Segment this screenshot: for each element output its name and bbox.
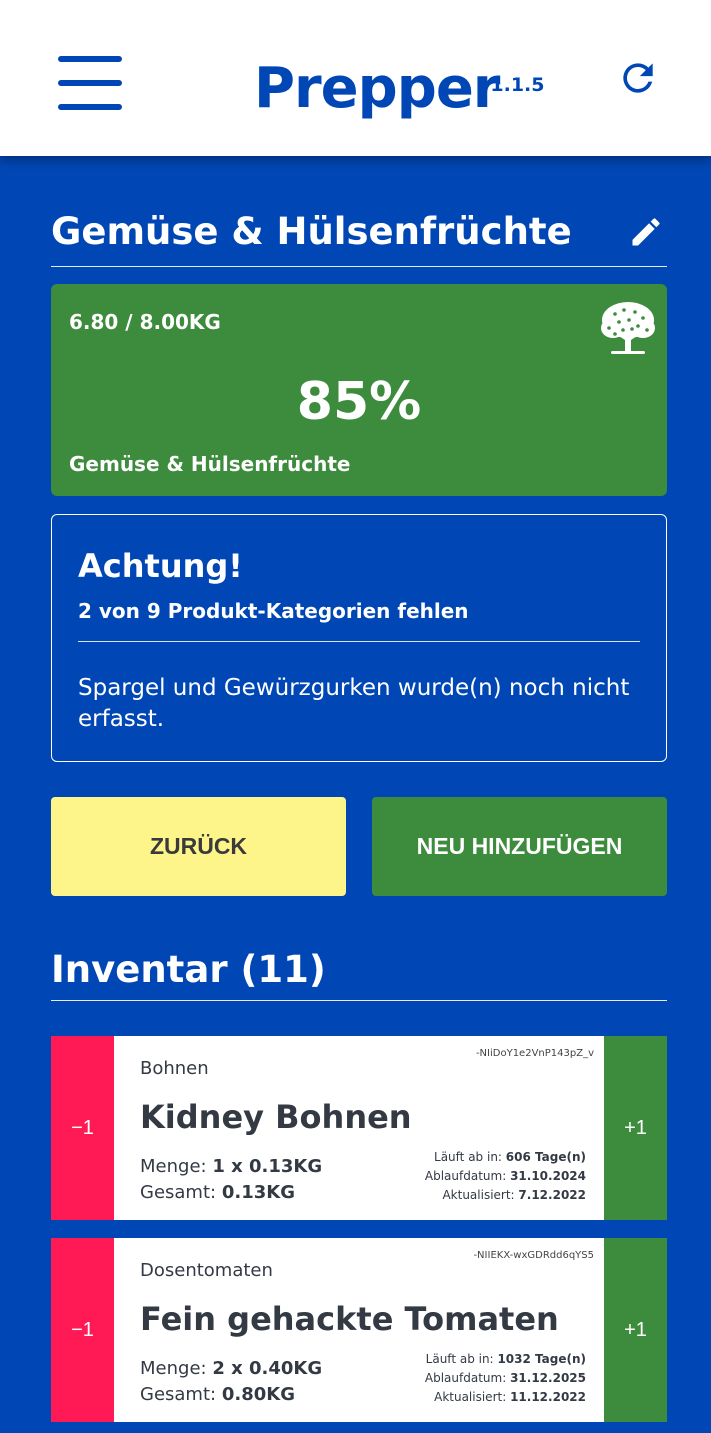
expires-in-value: 1032 Tage(n) <box>497 1352 586 1366</box>
add-new-button[interactable]: NEU HINZUFÜGEN <box>372 797 667 896</box>
inventory-divider <box>51 1000 667 1001</box>
progress-percent: 85% <box>296 372 422 432</box>
menge-label: Menge: <box>140 1358 207 1379</box>
item-name: Kidney Bohnen <box>140 1098 412 1136</box>
expires-in-label: Läuft ab in: <box>425 1352 494 1366</box>
alert-box: Achtung! 2 von 9 Produkt-Kategorien fehl… <box>51 514 667 762</box>
expiry-date-value: 31.12.2025 <box>510 1371 586 1385</box>
app-version: v1.1.5 <box>478 74 545 96</box>
item-category: Bohnen <box>140 1058 209 1079</box>
expires-in-label: Läuft ab in: <box>434 1150 502 1164</box>
item-quantity: Menge: 1 x 0.13KG Gesamt: 0.13KG <box>140 1154 322 1206</box>
app-title: Prepper <box>254 56 500 121</box>
inventory-item: −1 -NIIEKX-wxGDRdd6qYS5 Dosentomaten Fei… <box>51 1238 667 1422</box>
inventory-title: Inventar (11) <box>51 948 326 991</box>
app-header: Prepper v1.1.5 <box>0 0 711 156</box>
gesamt-label: Gesamt: <box>140 1182 217 1203</box>
inventory-item: −1 -NIiDoY1e2VnP143pZ_v Bohnen Kidney Bo… <box>51 1036 667 1220</box>
updated-label: Aktualisiert: <box>442 1188 515 1202</box>
item-category: Dosentomaten <box>140 1260 273 1281</box>
expiry-date-label: Ablaufdatum: <box>424 1371 507 1385</box>
decrement-button[interactable]: −1 <box>51 1238 114 1422</box>
menge-value: 2 x 0.40KG <box>212 1358 323 1379</box>
gesamt-value: 0.80KG <box>221 1384 295 1405</box>
item-id: -NIIEKX-wxGDRdd6qYS5 <box>473 1250 594 1261</box>
item-dates: Läuft ab in: 606 Tage(n) Ablaufdatum: 31… <box>425 1148 586 1205</box>
back-button[interactable]: ZURÜCK <box>51 797 346 896</box>
item-details[interactable]: -NIiDoY1e2VnP143pZ_v Bohnen Kidney Bohne… <box>114 1036 604 1220</box>
title-divider <box>51 266 667 267</box>
expires-in-value: 606 Tage(n) <box>505 1150 586 1164</box>
item-dates: Läuft ab in: 1032 Tage(n) Ablaufdatum: 3… <box>425 1350 586 1407</box>
menge-label: Menge: <box>140 1156 207 1177</box>
progress-card: 6.80 / 8.00KG 85% Gemüse & Hülsenfrüchte <box>51 284 667 496</box>
updated-value: 7.12.2022 <box>518 1188 586 1202</box>
alert-title: Achtung! <box>78 547 243 585</box>
updated-label: Aktualisiert: <box>434 1390 507 1404</box>
menge-value: 1 x 0.13KG <box>212 1156 323 1177</box>
increment-button[interactable]: +1 <box>604 1036 667 1220</box>
item-details[interactable]: -NIIEKX-wxGDRdd6qYS5 Dosentomaten Fein g… <box>114 1238 604 1422</box>
progress-label: Gemüse & Hülsenfrüchte <box>69 452 351 476</box>
expiry-date-value: 31.10.2024 <box>510 1169 586 1183</box>
updated-value: 11.12.2022 <box>510 1390 586 1404</box>
gesamt-label: Gesamt: <box>140 1384 217 1405</box>
item-name: Fein gehackte Tomaten <box>140 1300 559 1338</box>
expiry-date-label: Ablaufdatum: <box>424 1169 507 1183</box>
progress-amount: 6.80 / 8.00KG <box>69 310 221 334</box>
pencil-icon[interactable] <box>628 214 664 250</box>
alert-divider <box>78 641 640 642</box>
category-title: Gemüse & Hülsenfrüchte <box>51 210 572 253</box>
increment-button[interactable]: +1 <box>604 1238 667 1422</box>
alert-message: Spargel und Gewürzgurken wurde(n) noch n… <box>78 675 630 732</box>
refresh-icon[interactable] <box>616 56 660 100</box>
alert-subtitle: 2 von 9 Produkt-Kategorien fehlen <box>78 599 469 623</box>
decrement-button[interactable]: −1 <box>51 1036 114 1220</box>
item-id: -NIiDoY1e2VnP143pZ_v <box>475 1048 594 1059</box>
tree-icon <box>601 302 655 354</box>
item-quantity: Menge: 2 x 0.40KG Gesamt: 0.80KG <box>140 1356 322 1408</box>
hamburger-menu-icon[interactable] <box>58 56 124 112</box>
gesamt-value: 0.13KG <box>221 1182 295 1203</box>
